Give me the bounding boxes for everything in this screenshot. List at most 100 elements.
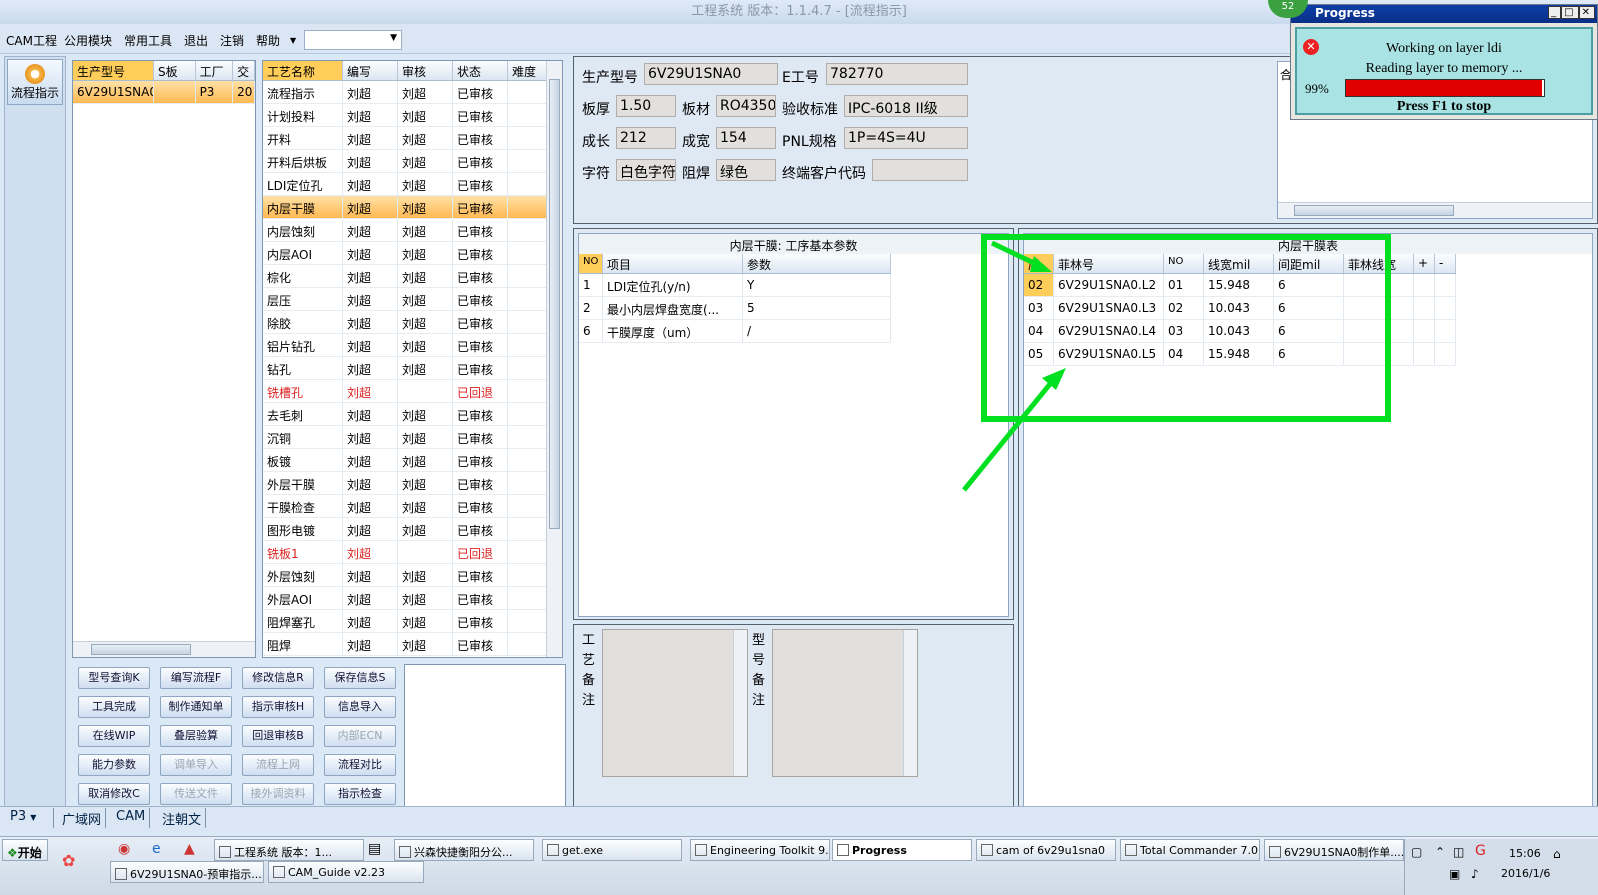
width-field[interactable]: 154 <box>716 127 776 149</box>
action-button[interactable]: 流程上网 <box>242 754 314 776</box>
mask-field[interactable]: 绿色 <box>716 159 776 181</box>
action-button[interactable]: 接外调资料 <box>242 783 314 805</box>
flow-indicator-button[interactable]: ● 流程指示 <box>7 59 63 105</box>
minimize-icon[interactable]: _ <box>1548 6 1562 19</box>
table-row[interactable]: 钻孔 刘超 刘超 已审核 <box>263 357 562 380</box>
action-button[interactable]: 指示审核H <box>242 696 314 718</box>
col-header[interactable]: S板 <box>154 61 196 80</box>
task-item[interactable]: 6V29U1SNA0-预审指示.... <box>110 861 264 883</box>
table-row[interactable]: 阻焊 刘超 刘超 已审核 <box>263 633 562 656</box>
table-row[interactable]: 外层蚀刻 刘超 刘超 已审核 <box>263 564 562 587</box>
model-note-field[interactable] <box>772 629 918 777</box>
tray-icon[interactable]: ◫ <box>1453 845 1464 859</box>
tray-icon[interactable]: ▢ <box>1411 845 1422 859</box>
table-row[interactable]: 内层蚀刻 刘超 刘超 已审核 <box>263 219 562 242</box>
vertical-scrollbar[interactable] <box>733 630 747 776</box>
scroll-thumb[interactable] <box>91 644 191 655</box>
table-row[interactable]: 6V29U1SNA0 P3 201 <box>73 81 255 104</box>
customer-field[interactable] <box>872 159 968 181</box>
notepad-icon[interactable]: ▤ <box>368 841 381 857</box>
col-header[interactable]: 难度 <box>508 61 548 80</box>
vertical-scrollbar[interactable] <box>903 630 917 776</box>
thickness-field[interactable]: 1.50 <box>616 95 676 117</box>
task-item[interactable]: 兴森快捷衡阳分公... <box>394 839 534 861</box>
table-row[interactable]: 铣板1 刘超 已回退 <box>263 541 562 564</box>
table-row[interactable]: 05 6V29U1SNA0.L5 04 15.948 6 <box>1024 343 1456 366</box>
scroll-thumb[interactable] <box>549 79 560 529</box>
col-header[interactable]: + <box>1414 254 1435 273</box>
table-row[interactable]: 干膜检查 刘超 刘超 已审核 <box>263 495 562 518</box>
table-row[interactable]: 2 最小内层焊盘宽度(... 5 <box>579 297 891 320</box>
task-item[interactable]: CAM_Guide v2.23 <box>268 861 424 883</box>
char-field[interactable]: 白色字符 <box>616 159 676 181</box>
table-row[interactable]: 内层干膜 刘超 刘超 已审核 <box>263 196 562 219</box>
table-row[interactable]: 去毛刺 刘超 刘超 已审核 <box>263 403 562 426</box>
table-row[interactable]: 03 6V29U1SNA0.L3 02 10.043 6 <box>1024 297 1456 320</box>
table-row[interactable]: 1 LDI定位孔(y/n) Y <box>579 274 891 297</box>
col-header[interactable]: - <box>1435 254 1456 273</box>
model-field[interactable]: 6V29U1SNA0 <box>644 63 778 85</box>
col-header[interactable]: 参数 <box>743 254 891 273</box>
pnl-field[interactable]: 1P=4S=4U <box>844 127 968 149</box>
action-button[interactable]: 编写流程F <box>160 667 232 689</box>
action-button[interactable]: 能力参数 <box>78 754 150 776</box>
col-header[interactable]: 间距mil <box>1274 254 1344 273</box>
action-button[interactable]: 指示检查 <box>324 783 396 805</box>
table-row[interactable]: 开料后烘板 刘超 刘超 已审核 <box>263 150 562 173</box>
menu-exit[interactable]: 退出 <box>184 32 208 49</box>
start-button[interactable]: ❖开始 <box>2 839 48 861</box>
table-row[interactable]: 铝片钻孔 刘超 刘超 已审核 <box>263 334 562 357</box>
col-header[interactable]: 编写 <box>343 61 398 80</box>
app-icon[interactable]: ▲ <box>184 841 195 857</box>
process-note-field[interactable] <box>602 629 748 777</box>
col-header[interactable]: 工艺名称 <box>263 61 343 80</box>
table-row[interactable]: 外层AOI 刘超 刘超 已审核 <box>263 587 562 610</box>
close-icon[interactable]: ✕ <box>1578 6 1595 19</box>
clock-time[interactable]: 15:06 <box>1509 847 1541 860</box>
length-field[interactable]: 212 <box>616 127 676 149</box>
action-button[interactable]: 在线WIP <box>78 725 150 747</box>
col-header[interactable]: 层 <box>1024 254 1054 273</box>
horizontal-scrollbar[interactable] <box>73 641 255 657</box>
menu-tools[interactable]: 常用工具 <box>124 32 172 49</box>
table-row[interactable]: 04 6V29U1SNA0.L4 03 10.043 6 <box>1024 320 1456 343</box>
tray-icon[interactable]: ⌂ <box>1553 847 1561 861</box>
tab-cam[interactable]: CAM <box>112 808 151 828</box>
menu-help[interactable]: 帮助 <box>256 32 280 49</box>
volume-icon[interactable]: ♪ <box>1471 867 1479 881</box>
action-button[interactable]: 内部ECN <box>324 725 396 747</box>
menu-public[interactable]: 公用模块 <box>64 32 112 49</box>
chevron-down-icon[interactable]: ▼ <box>390 33 397 43</box>
table-row[interactable]: 沉铜 刘超 刘超 已审核 <box>263 426 562 449</box>
action-button[interactable]: 流程对比 <box>324 754 396 776</box>
action-button[interactable]: 工具完成 <box>78 696 150 718</box>
table-row[interactable]: 除胶 刘超 刘超 已审核 <box>263 311 562 334</box>
table-row[interactable]: 开料 刘超 刘超 已审核 <box>263 127 562 150</box>
table-row[interactable]: 流程指示 刘超 刘超 已审核 <box>263 81 562 104</box>
table-row[interactable]: LDI定位孔 刘超 刘超 已审核 <box>263 173 562 196</box>
table-row[interactable]: 内层AOI 刘超 刘超 已审核 <box>263 242 562 265</box>
table-row[interactable]: 层压 刘超 刘超 已审核 <box>263 288 562 311</box>
task-item[interactable]: Total Commander 7.0... <box>1120 839 1260 861</box>
task-item[interactable]: 6V29U1SNA0制作单.... <box>1264 839 1404 861</box>
col-header[interactable]: NO <box>579 254 603 273</box>
clock-date[interactable]: 2016/1/6 <box>1501 867 1550 880</box>
toolbar-combo[interactable]: ▼ <box>304 30 402 50</box>
col-header[interactable]: 审核 <box>398 61 453 80</box>
task-item[interactable]: 工程系统 版本：1... <box>214 839 364 861</box>
table-row[interactable]: 图形电镀 刘超 刘超 已审核 <box>263 518 562 541</box>
action-button[interactable]: 取消修改C <box>78 783 150 805</box>
table-row[interactable]: 计划投料 刘超 刘超 已审核 <box>263 104 562 127</box>
action-button[interactable]: 传送文件 <box>160 783 232 805</box>
eng-field[interactable]: 782770 <box>826 63 968 85</box>
table-row[interactable]: 6 干膜厚度（um） / <box>579 320 891 343</box>
table-row[interactable]: 阻焊塞孔 刘超 刘超 已审核 <box>263 610 562 633</box>
chevron-down-icon[interactable]: ▼ <box>290 36 296 45</box>
network-icon[interactable]: ▣ <box>1449 867 1460 881</box>
table-row[interactable]: 02 6V29U1SNA0.L2 01 15.948 6 <box>1024 274 1456 297</box>
col-header[interactable]: 交 <box>233 61 255 80</box>
tab-factory[interactable]: P3 ▼ <box>6 808 54 828</box>
action-button[interactable]: 叠层验算 <box>160 725 232 747</box>
maximize-icon[interactable]: □ <box>1561 6 1579 19</box>
task-item[interactable]: cam of 6v29u1sna0 <box>976 839 1116 861</box>
